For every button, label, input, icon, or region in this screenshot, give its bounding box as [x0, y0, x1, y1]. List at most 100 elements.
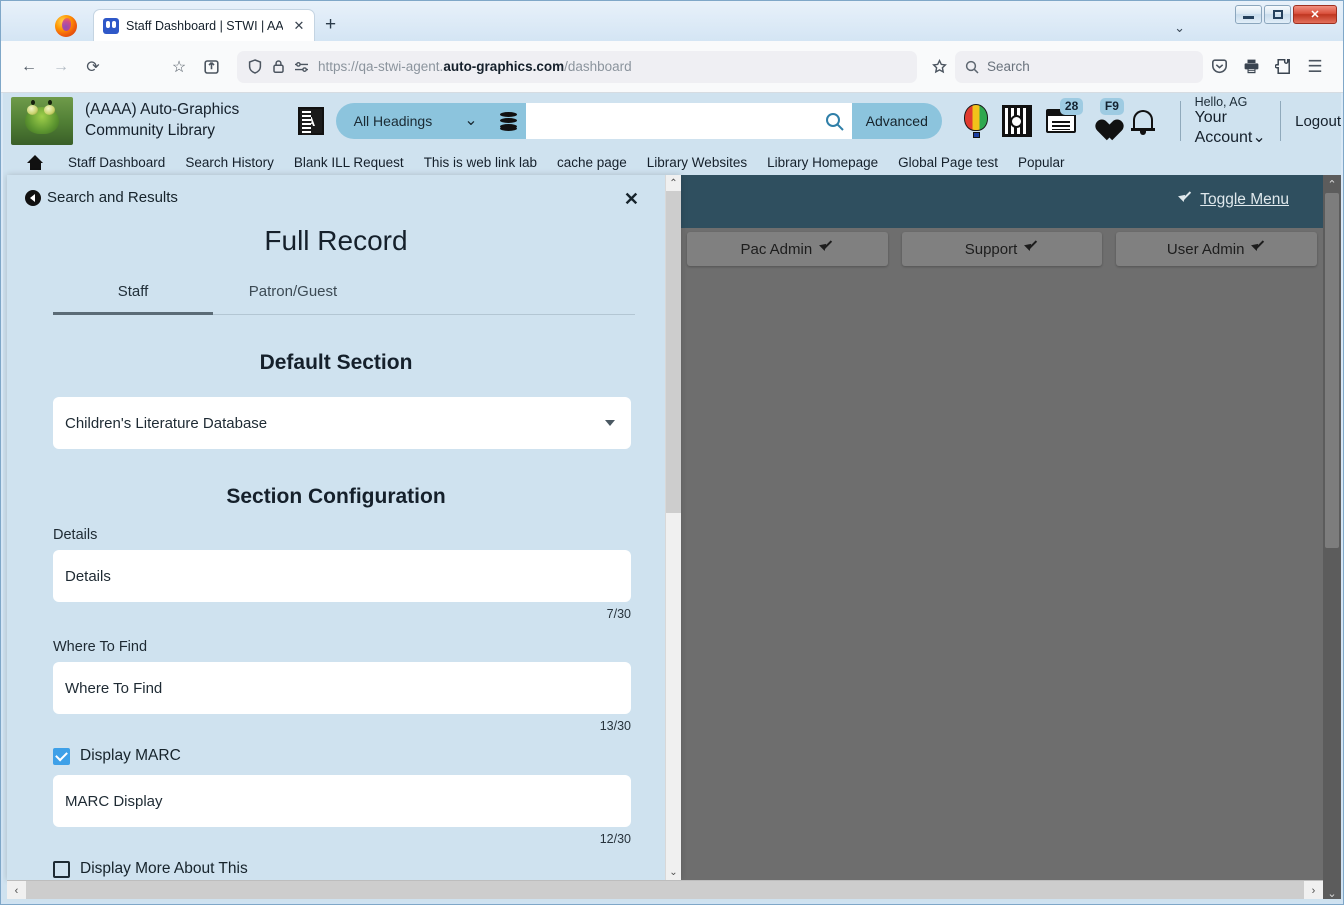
display-more-about-this-label: Display More About This — [80, 860, 248, 877]
hscroll-right-button[interactable]: › — [1304, 880, 1323, 901]
print-icon[interactable] — [1235, 51, 1267, 83]
pac-admin-button[interactable]: Pac Admin — [687, 232, 888, 266]
tab-patron-guest[interactable]: Patron/Guest — [213, 283, 373, 314]
nav-link-blank-ill-request[interactable]: Blank ILL Request — [284, 155, 414, 170]
where-to-find-input[interactable]: Where To Find — [53, 662, 631, 714]
full-record-modal: Search and Results ✕ Full Record Staff P… — [7, 175, 681, 880]
marc-display-counter: 12/30 — [599, 832, 631, 846]
horizontal-scrollbar[interactable]: ‹ › — [7, 880, 1323, 901]
nav-link-library-homepage[interactable]: Library Homepage — [757, 155, 888, 170]
dashboard-toolbar: Toggle Menu — [681, 175, 1323, 228]
browser-search-box[interactable]: Search — [955, 50, 1203, 83]
back-to-search-and-results-link[interactable]: Search and Results — [25, 189, 178, 206]
chevron-down-icon: ⌄ — [1252, 129, 1266, 146]
user-admin-button[interactable]: User Admin — [1116, 232, 1318, 266]
nav-link-cache-page[interactable]: cache page — [547, 155, 637, 170]
browser-search-placeholder: Search — [987, 59, 1030, 74]
scrollbar-thumb[interactable] — [1325, 193, 1339, 548]
default-section-select[interactable]: Children's Literature Database — [53, 397, 631, 449]
section-configuration-heading: Section Configuration — [226, 485, 446, 508]
pocket-icon[interactable] — [1203, 51, 1235, 83]
library-name: (AAAA) Auto-Graphics Community Library — [85, 101, 240, 139]
search-scope-dropdown[interactable]: All Headings ⌄ — [335, 103, 492, 139]
dashboard-content-dimmed: Toggle Menu Pac Admin Support User Admin — [681, 175, 1341, 902]
notifications-bell-icon[interactable] — [1130, 107, 1156, 135]
tab-title: Staff Dashboard | STWI | AAAA — [126, 18, 283, 33]
advanced-search-button[interactable]: Advanced — [851, 103, 942, 139]
active-tab-underline — [53, 312, 213, 315]
display-more-about-this-checkbox[interactable] — [53, 860, 70, 878]
browser-tab[interactable]: Staff Dashboard | STWI | AAAA ✕ — [93, 9, 315, 41]
search-icon[interactable] — [825, 112, 844, 131]
bookmark-page-icon[interactable] — [923, 51, 955, 83]
research-magnifier-icon[interactable] — [1001, 105, 1032, 137]
back-label: Search and Results — [47, 189, 178, 206]
display-marc-checkbox[interactable] — [53, 747, 70, 765]
tab-staff[interactable]: Staff — [53, 283, 213, 314]
forward-button[interactable]: → — [45, 51, 77, 83]
modal-vertical-scrollbar[interactable]: ⌃ ⌄ — [665, 175, 681, 880]
default-section-selected-value: Children's Literature Database — [65, 414, 268, 432]
close-modal-button[interactable]: ✕ — [624, 189, 639, 210]
home-icon[interactable] — [27, 154, 44, 170]
browser-titlebar: Staff Dashboard | STWI | AAAA ✕ + ⌄ ✕ — [1, 1, 1343, 41]
nav-link-popular[interactable]: Popular — [1008, 155, 1075, 170]
modal-title: Full Record — [264, 225, 408, 256]
minimize-button[interactable] — [1235, 5, 1262, 24]
tab-close-icon[interactable]: ✕ — [290, 17, 308, 35]
nav-link-search-history[interactable]: Search History — [175, 155, 284, 170]
list-all-tabs-icon[interactable]: ⌄ — [1174, 20, 1185, 36]
save-to-pocket-icon[interactable] — [195, 51, 227, 83]
hot-air-balloon-icon[interactable] — [963, 104, 988, 138]
external-link-icon — [821, 243, 834, 256]
nav-link-global-page-test[interactable]: Global Page test — [888, 155, 1008, 170]
reload-button[interactable]: ⟳ — [77, 51, 109, 83]
database-stack-icon[interactable] — [491, 103, 526, 139]
back-circle-icon — [25, 189, 41, 206]
new-tab-button[interactable]: + — [325, 15, 336, 34]
my-lists-card-icon[interactable]: 28 — [1045, 98, 1084, 133]
details-input[interactable]: Details — [53, 550, 631, 602]
favorites-badge: F9 — [1099, 98, 1124, 115]
external-link-icon — [1026, 243, 1039, 256]
marc-display-input[interactable]: MARC Display — [53, 775, 631, 827]
scroll-up-button[interactable]: ⌃ — [1323, 175, 1341, 193]
back-button[interactable]: ← — [13, 51, 45, 83]
url-bar[interactable]: https://qa-stwi-agent.auto-graphics.com/… — [237, 50, 917, 83]
nav-link-library-websites[interactable]: Library Websites — [637, 155, 757, 170]
extensions-icon[interactable] — [1267, 51, 1299, 83]
lock-icon[interactable] — [270, 59, 286, 75]
modal-scrollbar-thumb[interactable] — [666, 191, 681, 513]
language-translate-icon[interactable]: A — [297, 107, 324, 135]
display-marc-row[interactable]: Display MARC — [53, 747, 631, 765]
toggle-menu-link[interactable]: Toggle Menu — [1180, 191, 1289, 209]
browser-window: Staff Dashboard | STWI | AAAA ✕ + ⌄ ✕ ← … — [0, 0, 1344, 905]
display-more-about-this-row[interactable]: Display More About This — [53, 860, 631, 878]
chevron-down-icon — [605, 420, 615, 426]
site-permissions-icon[interactable] — [293, 59, 311, 75]
search-input[interactable] — [525, 103, 852, 139]
nav-link-web-link-lab[interactable]: This is web link lab — [414, 155, 547, 170]
status-line — [3, 899, 1341, 902]
hscroll-left-button[interactable]: ‹ — [7, 880, 26, 901]
modal-scroll-down-button[interactable]: ⌄ — [666, 864, 681, 880]
favorites-heart-icon[interactable]: F9 — [1090, 98, 1124, 133]
nav-link-staff-dashboard[interactable]: Staff Dashboard — [58, 155, 175, 170]
page-vertical-scrollbar[interactable]: ⌃ ⌄ — [1323, 175, 1341, 902]
support-button[interactable]: Support — [901, 232, 1103, 266]
site-search-bar: All Headings ⌄ Advanced — [335, 103, 942, 139]
firefox-logo-icon[interactable] — [55, 15, 77, 37]
marc-display-value: MARC Display — [65, 792, 163, 810]
modal-header: Search and Results ✕ — [7, 175, 665, 219]
your-account-menu[interactable]: Your Account⌄ — [1195, 109, 1267, 147]
account-divider — [1179, 101, 1181, 141]
modal-scroll-up-button[interactable]: ⌃ — [666, 175, 681, 191]
maximize-button[interactable] — [1264, 5, 1291, 24]
app-menu-button[interactable]: ☰ — [1299, 51, 1331, 83]
shield-icon[interactable] — [247, 59, 263, 75]
search-icon — [965, 60, 979, 74]
expand-arrow-icon — [1180, 194, 1193, 207]
close-window-button[interactable]: ✕ — [1293, 5, 1337, 24]
logout-link[interactable]: Logout — [1295, 113, 1341, 130]
bookmark-star-icon[interactable]: ☆ — [163, 51, 195, 83]
